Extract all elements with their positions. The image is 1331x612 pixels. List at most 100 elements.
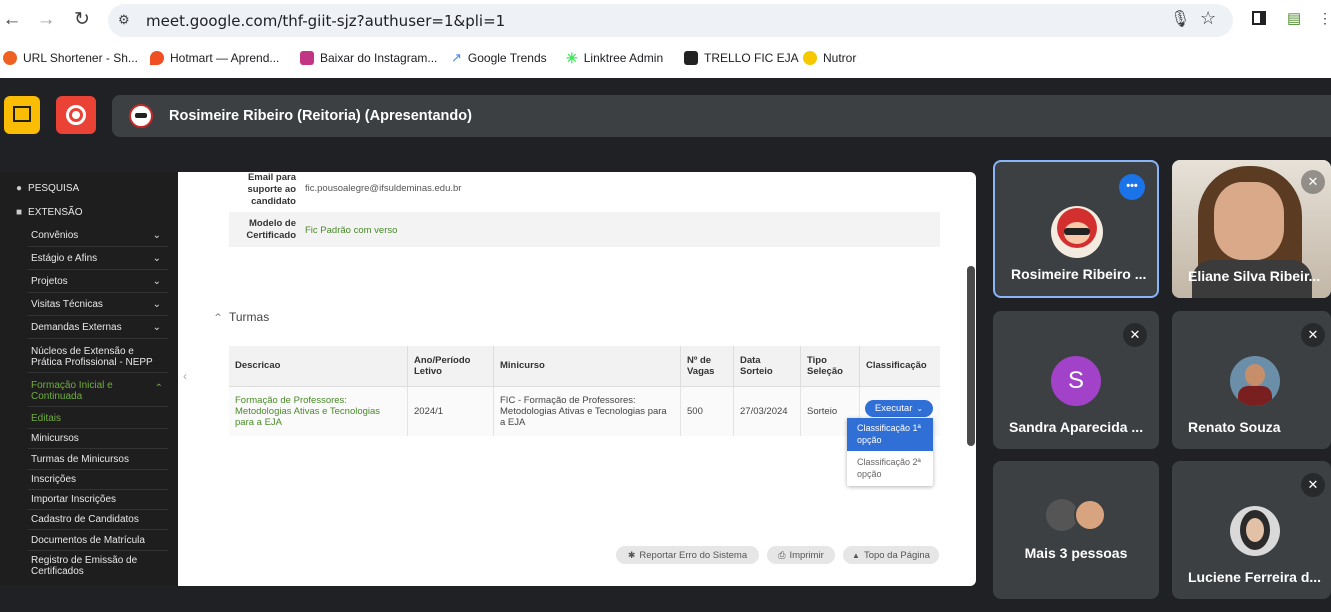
chevron-down-icon: ⌄ <box>152 276 161 287</box>
url-text[interactable]: meet.google.com/thf-giit-sjz?authuser=1&… <box>146 12 505 30</box>
no-camera-icon <box>13 106 31 122</box>
print-button[interactable]: ⎙ Imprimir <box>767 546 835 564</box>
participant-name: Luciene Ferreira d... <box>1188 569 1322 585</box>
executar-dropdown: Classificação 1ª opção Classificação 2ª … <box>847 418 933 486</box>
sidebar-item-editais[interactable]: Editais <box>31 413 171 424</box>
mic-off-icon: ✕ <box>1301 170 1325 194</box>
bookmark-label: Google Trends <box>467 51 547 65</box>
bookmark-label: Nutror <box>823 51 857 65</box>
sidebar-item-estagio[interactable]: Estágio e Afins ⌄ <box>31 253 171 264</box>
record-icon <box>66 105 86 125</box>
avatar <box>1230 356 1280 406</box>
chevron-down-icon: ⌄ <box>152 299 161 310</box>
th-data: Data Sorteio <box>733 346 801 386</box>
participant-name: Rosimeire Ribeiro ... <box>1011 266 1147 282</box>
bookmark-item[interactable]: ↗ Google Trends <box>451 48 547 68</box>
tile-sandra[interactable]: ✕ S Sandra Aparecida ... <box>993 311 1159 449</box>
cell-ano: 2024/1 <box>407 385 494 436</box>
sidebar-item-visitas[interactable]: Visitas Técnicas ⌄ <box>31 299 171 310</box>
cell-minicurso: FIC - Formação de Professores: Metodolog… <box>493 385 681 436</box>
sidebar-item-demandas[interactable]: Demandas Externas ⌄ <box>31 322 171 333</box>
executar-button[interactable]: Executar ⌄ <box>865 400 933 417</box>
sidebar-item-inscricoes[interactable]: Inscrições <box>31 474 171 485</box>
chevron-down-icon: ⌄ <box>152 230 161 241</box>
bookmark-item[interactable]: ✳ Linktree Admin <box>566 48 663 68</box>
presenter-title: Rosimeire Ribeiro (Reitoria) (Apresentan… <box>169 108 472 124</box>
collapse-chevron-icon[interactable]: ⌃ <box>213 311 223 325</box>
site-settings-icon[interactable]: ⚙ <box>118 12 130 28</box>
sidebar-item-convenios[interactable]: Convênios ⌄ <box>31 230 171 241</box>
mic-off-icon: ✕ <box>1123 323 1147 347</box>
nutror-icon <box>803 51 817 65</box>
instagram-download-icon <box>300 51 314 65</box>
back-arrow-icon[interactable]: ← <box>0 8 24 32</box>
sidebar-item-importar[interactable]: Importar Inscrições <box>31 494 171 505</box>
email-label: Email para suporte ao candidato <box>247 172 296 207</box>
cell-descricao[interactable]: Formação de Professores: Metodologias At… <box>229 385 408 436</box>
recording-button[interactable] <box>56 96 96 134</box>
tile-more-people[interactable]: Mais 3 pessoas <box>993 461 1159 599</box>
side-panel-icon[interactable] <box>1252 11 1266 25</box>
building-icon: ■ <box>16 207 23 218</box>
reload-icon[interactable]: ↻ <box>70 8 94 32</box>
trends-icon: ↗ <box>451 50 462 65</box>
extension-icon[interactable]: ▤ <box>1287 9 1301 27</box>
dropdown-option-2[interactable]: Classificação 2ª opção <box>847 452 933 485</box>
sidebar-item-minicursos[interactable]: Minicursos <box>31 433 171 444</box>
bookmark-item[interactable]: TRELLO FIC EJA <box>684 48 799 68</box>
forward-arrow-icon[interactable]: → <box>34 8 58 32</box>
avatar <box>1230 506 1280 556</box>
sidebar-item-fic[interactable]: Formação Inicial e Continuada ⌃ <box>31 380 163 402</box>
bookmark-label: Baixar do Instagram... <box>320 51 438 65</box>
th-tipo: Tipo Seleção <box>800 346 860 386</box>
dropdown-option-1[interactable]: Classificação 1ª opção <box>847 418 933 451</box>
cell-data: 27/03/2024 <box>733 385 801 436</box>
hide-self-view-button[interactable] <box>4 96 40 134</box>
bookmark-star-icon[interactable]: ☆ <box>1200 8 1216 29</box>
tile-rosimeire[interactable]: ••• Rosimeire Ribeiro ... <box>993 160 1159 298</box>
globe-icon: ● <box>16 183 23 194</box>
bug-icon: ✱ <box>627 549 636 560</box>
sidebar-item-turmas[interactable]: Turmas de Minicursos <box>31 454 171 465</box>
tile-eliane[interactable]: ✕ Eliane Silva Ribeir... <box>1172 160 1331 298</box>
th-vagas: Nº de Vagas <box>680 346 734 386</box>
sidebar-item-candidatos[interactable]: Cadastro de Candidatos <box>31 514 171 525</box>
microphone-icon[interactable]: 🎙 <box>1170 9 1190 29</box>
avatar-initial: S <box>1051 356 1101 406</box>
bookmark-item[interactable]: URL Shortener - Sh... <box>3 48 138 68</box>
turmas-table: Descricao Ano/Período Letivo Minicurso N… <box>229 346 940 436</box>
sidebar-extensao[interactable]: ■ EXTENSÃO <box>16 207 156 218</box>
report-error-button[interactable]: ✱ Reportar Erro do Sistema <box>616 546 759 564</box>
bookmark-label: URL Shortener - Sh... <box>23 51 138 65</box>
sidebar-item-documentos[interactable]: Documentos de Matrícula <box>31 535 171 546</box>
sidebar-item-nepp[interactable]: Núcleos de Extensão e Prática Profission… <box>31 346 166 368</box>
participant-name: Renato Souza <box>1188 419 1281 435</box>
mic-off-icon: ✕ <box>1301 473 1325 497</box>
tile-luciene[interactable]: ✕ Luciene Ferreira d... <box>1172 461 1331 599</box>
arrow-up-icon: ▲ <box>852 550 860 560</box>
sidebar-item-projetos[interactable]: Projetos ⌄ <box>31 276 171 287</box>
table-row: Formação de Professores: Metodologias At… <box>229 385 940 436</box>
bookmark-label: TRELLO FIC EJA <box>704 51 799 65</box>
back-to-top-button[interactable]: ▲ Topo da Página <box>843 546 939 564</box>
sidebar-pesquisa[interactable]: ● PESQUISA <box>16 183 156 194</box>
mic-off-icon: ✕ <box>1301 323 1325 347</box>
turmas-title: Turmas <box>229 310 270 324</box>
menu-dots-icon[interactable]: ⋮ <box>1318 10 1331 27</box>
sidebar-item-certificados[interactable]: Registro de Emissão de Certificados <box>31 555 141 577</box>
avatar <box>1051 206 1103 258</box>
more-options-icon[interactable]: ••• <box>1119 174 1145 200</box>
hotmart-flame-icon <box>150 51 164 65</box>
shared-screen-sidebar: ● PESQUISA ■ EXTENSÃO Convênios ⌄ Estágio e… <box>0 172 178 586</box>
printer-icon: ⎙ <box>778 549 786 560</box>
tile-renato[interactable]: ✕ Renato Souza <box>1172 311 1331 449</box>
scroll-left-arrow-icon[interactable]: ‹ <box>183 369 187 383</box>
bookmark-item[interactable]: Hotmart — Aprend... <box>150 48 279 68</box>
bookmark-item[interactable]: Nutror <box>803 48 856 68</box>
th-classificacao: Classificação <box>859 346 940 386</box>
th-descricao: Descricao <box>229 346 408 386</box>
th-ano: Ano/Período Letivo <box>407 346 494 386</box>
shared-scrollbar[interactable] <box>967 266 975 446</box>
chevron-down-icon: ⌄ <box>916 404 924 413</box>
bookmark-item[interactable]: Baixar do Instagram... <box>300 48 437 68</box>
